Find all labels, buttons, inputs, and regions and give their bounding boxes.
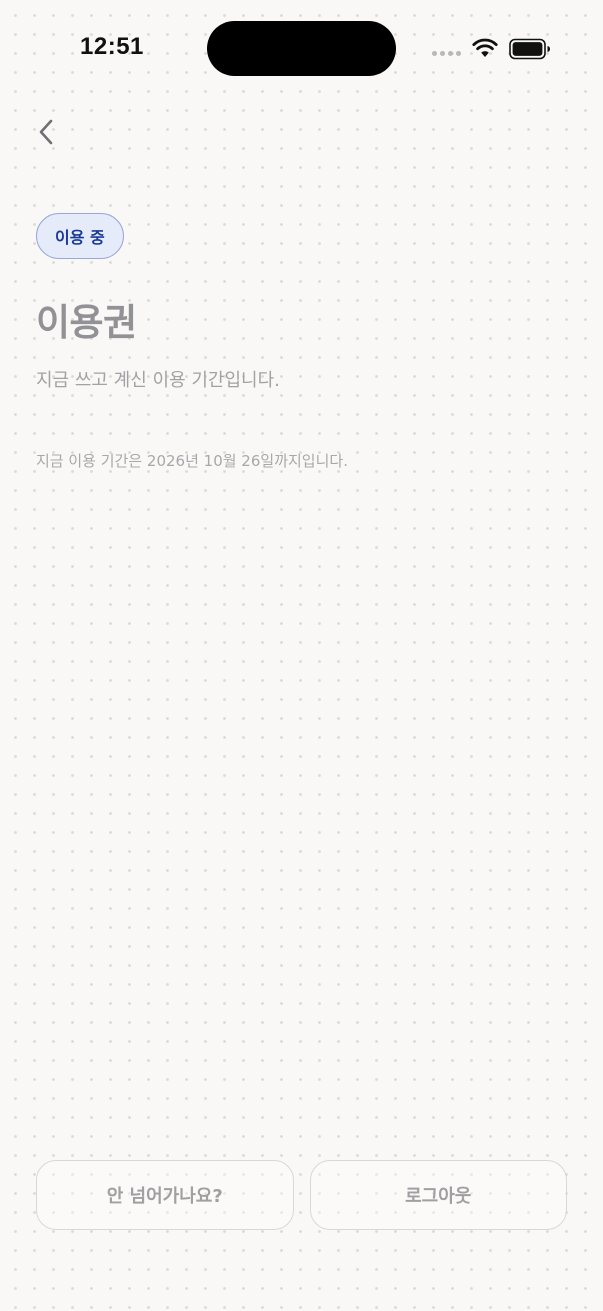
dynamic-island bbox=[207, 21, 396, 76]
bottom-action-bar: 안 넘어가나요? 로그아웃 bbox=[36, 1160, 567, 1230]
help-button[interactable]: 안 넘어가나요? bbox=[36, 1160, 294, 1230]
expiry-date-text: 지금 이용 기간은 2026년 10월 26일까지입니다. bbox=[36, 452, 348, 470]
status-bar: 12:51 bbox=[0, 0, 603, 96]
page-title: 이용권 bbox=[36, 301, 137, 344]
status-badge-label: 이용 중 bbox=[55, 228, 105, 247]
status-time: 12:51 bbox=[80, 33, 144, 60]
logout-button[interactable]: 로그아웃 bbox=[309, 1160, 567, 1230]
status-badge: 이용 중 bbox=[36, 213, 124, 259]
page-subtitle: 지금 쓰고 계신 이용 기간입니다. bbox=[36, 370, 280, 391]
signal-dots-icon bbox=[432, 51, 464, 59]
chevron-left-icon bbox=[39, 119, 53, 145]
back-button[interactable] bbox=[28, 112, 64, 152]
wifi-icon bbox=[472, 38, 498, 57]
battery-icon bbox=[509, 38, 550, 60]
